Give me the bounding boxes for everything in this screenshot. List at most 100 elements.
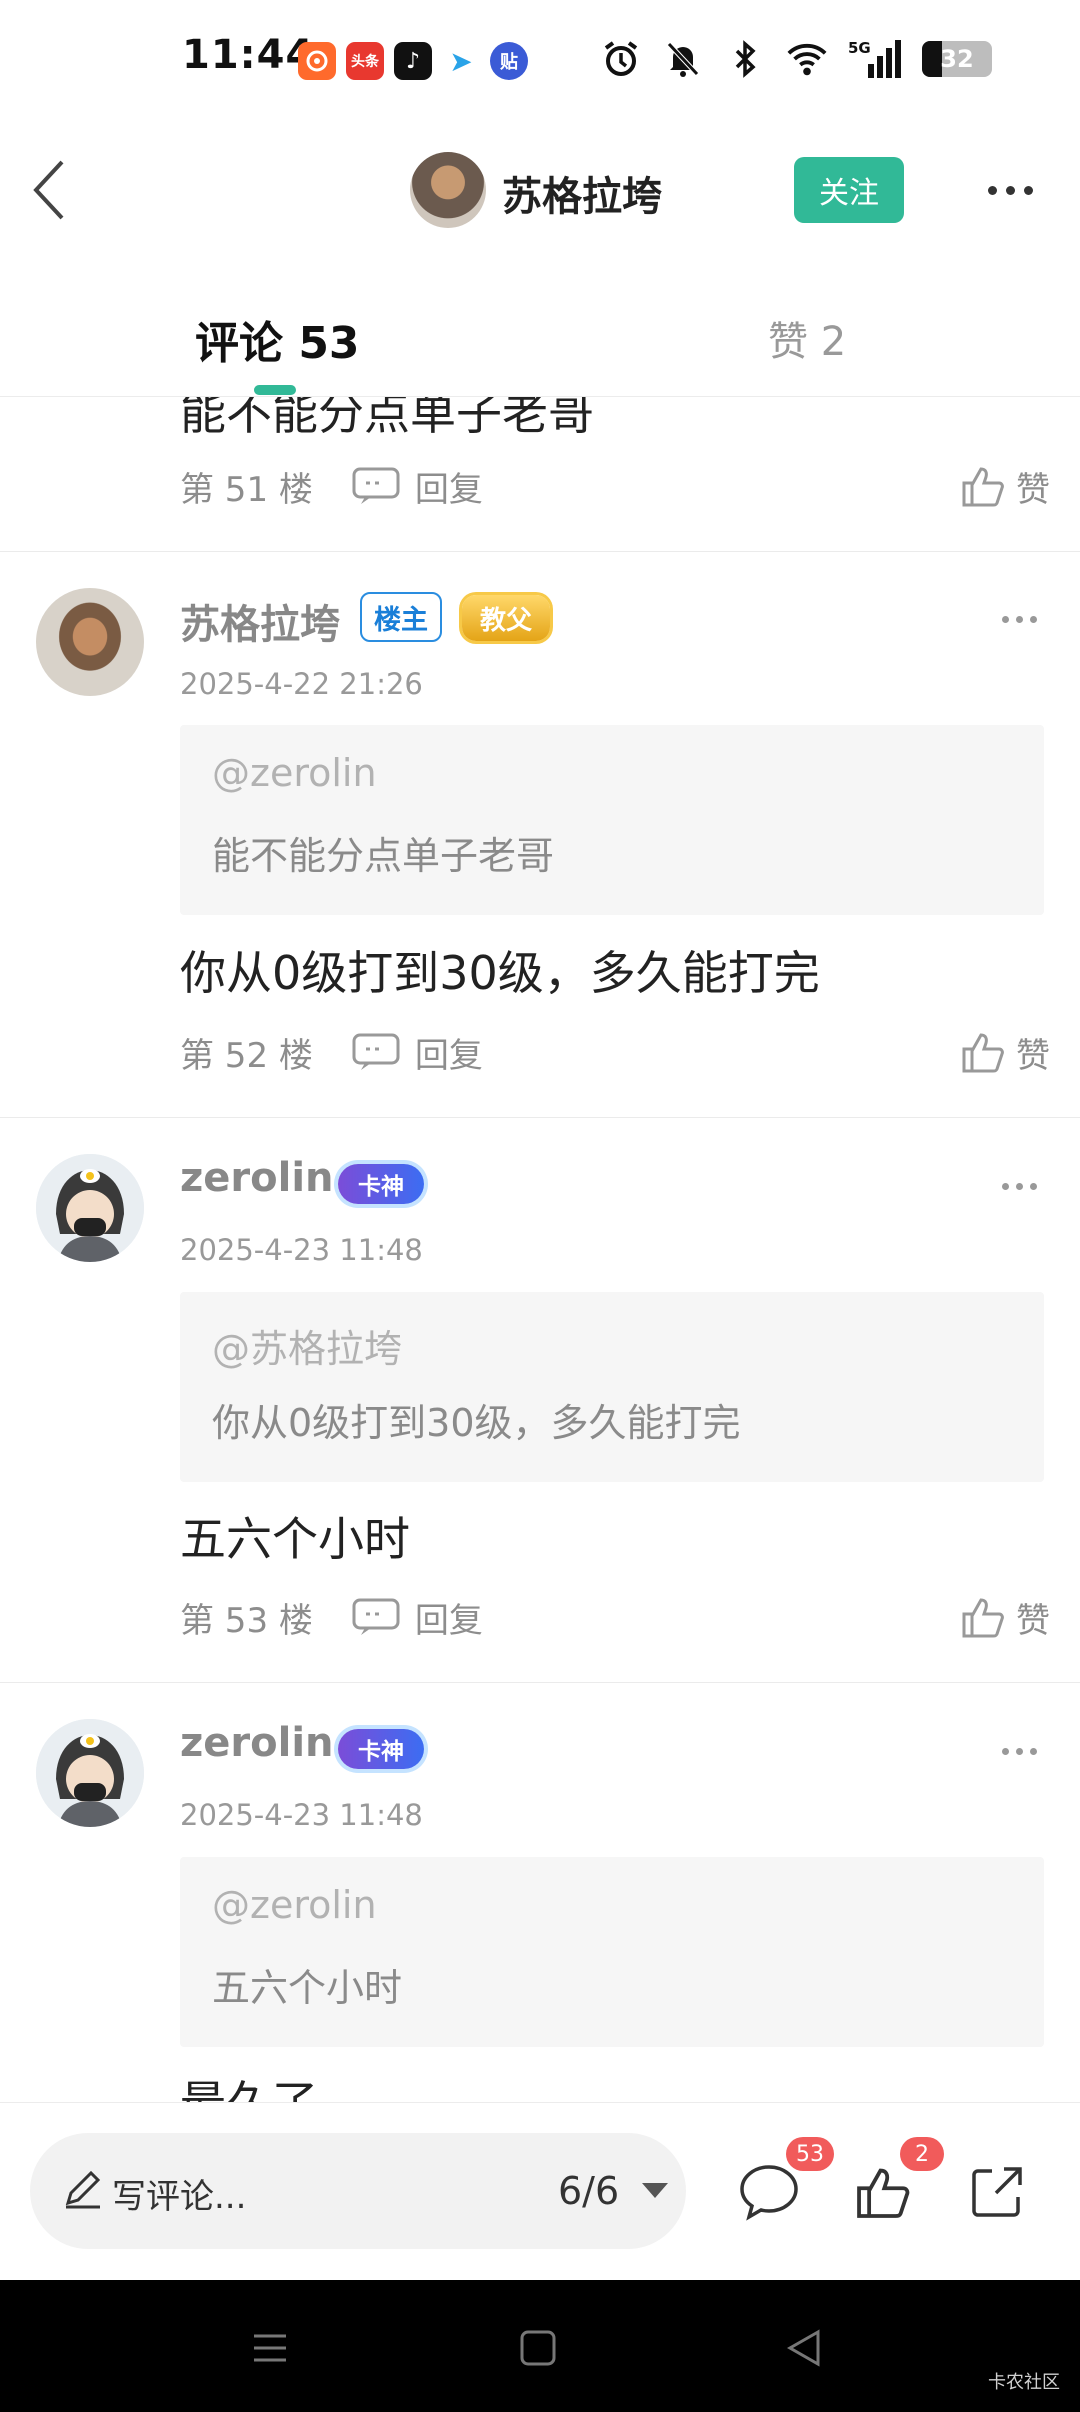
floor-number: 第 51 楼 xyxy=(180,469,313,510)
comment-count-badge: 53 xyxy=(786,2137,834,2171)
back-nav-button[interactable] xyxy=(774,2318,834,2378)
pencil-icon xyxy=(65,2170,101,2209)
tab-indicator xyxy=(254,385,296,395)
watermark: 卡农社区 xyxy=(988,2372,1060,2393)
comment-feed[interactable]: 能不能分点单子老哥 第 51 楼 回复 赞 苏格拉垮 楼主 教父 2025-4-… xyxy=(0,397,1080,2102)
floor-number: 第 53 楼 xyxy=(180,1600,313,1641)
battery-level: 32 xyxy=(940,45,974,73)
floor-number: 第 52 楼 xyxy=(180,1035,313,1076)
header: 苏格拉垮 关注 xyxy=(0,120,1080,265)
bottom-bar: 写评论... 6/6 53 2 xyxy=(0,2102,1080,2280)
page-indicator[interactable]: 6/6 xyxy=(558,2169,619,2213)
tiktok-icon: ♪ xyxy=(394,42,432,80)
app-orange-icon xyxy=(298,42,336,80)
op-badge: 楼主 xyxy=(360,592,442,642)
reply-icon xyxy=(352,1033,400,1070)
comment-datetime: 2025-4-23 11:48 xyxy=(180,1233,423,1267)
more-options-button[interactable] xyxy=(970,165,1050,215)
reply-icon xyxy=(352,467,400,504)
header-username[interactable]: 苏格拉垮 xyxy=(502,164,662,222)
menu-nav-button[interactable] xyxy=(240,2318,300,2378)
comment-meta-row: 第 51 楼 回复 赞 xyxy=(180,456,1050,516)
like-button[interactable]: 赞 xyxy=(960,1593,1050,1642)
quote-user: @苏格拉垮 xyxy=(212,1327,403,1371)
reply-icon xyxy=(352,1598,400,1635)
notification-icons: 头条 ♪ ➤ 贴 xyxy=(298,42,528,80)
comment-more-button[interactable] xyxy=(1002,1183,1037,1190)
reply-button[interactable]: 回复 xyxy=(351,1593,483,1642)
system-nav-bar: 卡农社区 xyxy=(0,2280,1080,2412)
comment-username[interactable]: zerolin xyxy=(180,1720,334,1766)
back-triangle-icon xyxy=(786,2329,820,2367)
comment-content: 能不能分点单子老哥 xyxy=(180,397,594,440)
quote-text: 能不能分点单子老哥 xyxy=(212,834,555,878)
comment-meta-row: 第 52 楼 回复 赞 xyxy=(180,1022,1050,1082)
quote-text: 五六个小时 xyxy=(212,1966,403,2010)
back-button[interactable] xyxy=(20,150,80,230)
mute-icon xyxy=(662,38,704,80)
quote-text: 你从0级打到30级，多久能打完 xyxy=(212,1401,741,1445)
like-count-badge: 2 xyxy=(900,2137,944,2171)
tab-comments[interactable]: 评论 53 xyxy=(195,307,360,371)
home-square-icon xyxy=(520,2330,556,2366)
share-icon xyxy=(972,2167,1022,2217)
quoted-comment[interactable]: @zerolin 能不能分点单子老哥 xyxy=(180,725,1044,915)
header-avatar[interactable] xyxy=(410,152,486,228)
wifi-icon xyxy=(786,38,828,80)
follow-button[interactable]: 关注 xyxy=(794,157,904,223)
bluetooth-icon xyxy=(724,38,766,80)
comment-more-button[interactable] xyxy=(1002,616,1037,623)
signal-icon: 5G xyxy=(848,38,902,80)
divider xyxy=(0,1682,1080,1683)
telegram-icon: ➤ xyxy=(442,42,480,80)
comment-username[interactable]: zerolin xyxy=(180,1155,334,1201)
thumbs-up-icon xyxy=(962,1598,1004,1638)
like-label: 赞 xyxy=(1016,1600,1050,1641)
status-time: 11:44 xyxy=(182,32,315,78)
comment-icon xyxy=(740,2165,798,2221)
menu-icon xyxy=(254,2334,286,2362)
tieba-icon: 贴 xyxy=(490,42,528,80)
chevron-left-icon xyxy=(33,160,64,220)
rank-badge: 教父 xyxy=(462,595,551,641)
status-bar: 11:44 头条 ♪ ➤ 贴 5G 32 xyxy=(0,0,1080,120)
tab-bar: 评论 53 赞 2 xyxy=(0,265,1080,397)
comment-meta-row: 第 53 楼 回复 赞 xyxy=(180,1587,1050,1647)
like-label: 赞 xyxy=(1016,1035,1050,1076)
compose-placeholder: 写评论... xyxy=(112,2177,247,2217)
quoted-comment[interactable]: @苏格拉垮 你从0级打到30级，多久能打完 xyxy=(180,1292,1044,1482)
comment-content: 五六个小时 xyxy=(180,1512,410,1566)
home-nav-button[interactable] xyxy=(508,2318,568,2378)
tab-likes[interactable]: 赞 2 xyxy=(768,309,846,367)
rank-badge: 卡神 xyxy=(338,1729,424,1769)
thumbs-up-icon xyxy=(962,467,1004,507)
like-button[interactable]: 赞 xyxy=(960,1028,1050,1077)
rank-badge: 卡神 xyxy=(338,1164,424,1204)
avatar[interactable] xyxy=(36,1154,144,1262)
quote-user: @zerolin xyxy=(212,1883,377,1927)
alarm-icon xyxy=(600,38,642,80)
reply-button[interactable]: 回复 xyxy=(351,1028,483,1077)
reply-label: 回复 xyxy=(414,469,483,510)
divider xyxy=(0,551,1080,552)
svg-text:5G: 5G xyxy=(848,39,871,57)
reply-button[interactable]: 回复 xyxy=(351,462,483,511)
avatar[interactable] xyxy=(36,1719,144,1827)
share-button[interactable] xyxy=(962,2157,1032,2227)
compose-comment-input[interactable]: 写评论... 6/6 xyxy=(30,2133,686,2249)
comment-more-button[interactable] xyxy=(1002,1748,1037,1755)
reply-label: 回复 xyxy=(414,1035,483,1076)
quote-user: @zerolin xyxy=(212,751,377,795)
comment-datetime: 2025-4-22 21:26 xyxy=(180,667,423,701)
divider xyxy=(0,1117,1080,1118)
like-label: 赞 xyxy=(1016,469,1050,510)
avatar[interactable] xyxy=(36,588,144,696)
quoted-comment[interactable]: @zerolin 五六个小时 xyxy=(180,1857,1044,2047)
like-button[interactable]: 赞 xyxy=(960,462,1050,511)
reply-label: 回复 xyxy=(414,1600,483,1641)
comment-username[interactable]: 苏格拉垮 xyxy=(180,592,340,650)
toutiao-icon: 头条 xyxy=(346,42,384,80)
chevron-down-icon[interactable] xyxy=(642,2183,668,2198)
comment-datetime: 2025-4-23 11:48 xyxy=(180,1798,423,1832)
comment-content: 最久了 xyxy=(180,2067,318,2102)
